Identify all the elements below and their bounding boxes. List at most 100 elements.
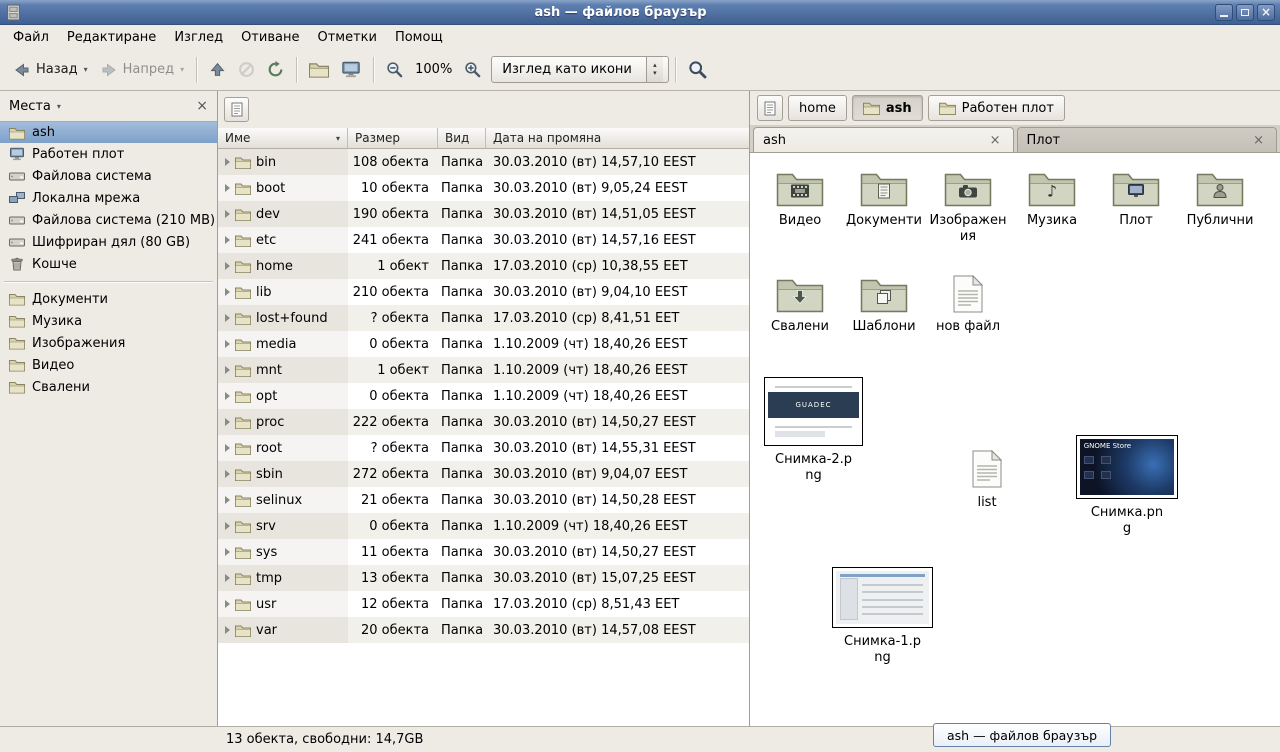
table-row[interactable]: var 20 обекта Папка 30.03.2010 (вт) 14,5…: [218, 617, 749, 643]
expander-icon[interactable]: [225, 444, 230, 452]
tab-plot[interactable]: Плот ×: [1017, 127, 1278, 152]
sidebar-item-network[interactable]: Локална мрежа: [0, 187, 217, 209]
maximize-button[interactable]: [1236, 4, 1254, 21]
menu-edit[interactable]: Редактиране: [58, 27, 165, 48]
menu-file[interactable]: Файл: [4, 27, 58, 48]
column-header-modified[interactable]: Дата на промяна: [486, 128, 749, 149]
combo-spinner-icon[interactable]: ▴▾: [646, 57, 663, 82]
table-row[interactable]: lost+found ? обекта Папка 17.03.2010 (ср…: [218, 305, 749, 331]
expander-icon[interactable]: [225, 496, 230, 504]
menu-go[interactable]: Отиване: [232, 27, 308, 48]
icon-item-snimka-2[interactable]: GUADEC Снимка-2.png: [764, 377, 863, 483]
expander-icon[interactable]: [225, 340, 230, 348]
tab-close-icon[interactable]: ×: [1250, 133, 1267, 148]
table-row[interactable]: boot 10 обекта Папка 30.03.2010 (вт) 9,0…: [218, 175, 749, 201]
expander-icon[interactable]: [225, 210, 230, 218]
icon-item-documents[interactable]: Документи: [842, 163, 926, 269]
forward-dropdown-icon[interactable]: ▾: [180, 65, 184, 74]
icon-item-new-file[interactable]: нов файл: [926, 269, 1010, 375]
icon-item-pictures[interactable]: Изображения: [926, 163, 1010, 269]
tab-ash[interactable]: ash ×: [753, 127, 1014, 152]
table-row[interactable]: home 1 обект Папка 17.03.2010 (ср) 10,38…: [218, 253, 749, 279]
expander-icon[interactable]: [225, 392, 230, 400]
expander-icon[interactable]: [225, 288, 230, 296]
path-button-desktop[interactable]: Работен плот: [928, 95, 1065, 121]
table-row[interactable]: etc 241 обекта Папка 30.03.2010 (вт) 14,…: [218, 227, 749, 253]
expander-icon[interactable]: [225, 158, 230, 166]
close-button[interactable]: ×: [1257, 4, 1275, 21]
back-dropdown-icon[interactable]: ▾: [84, 65, 88, 74]
expander-icon[interactable]: [225, 418, 230, 426]
expander-icon[interactable]: [225, 626, 230, 634]
table-row[interactable]: bin 108 обекта Папка 30.03.2010 (вт) 14,…: [218, 149, 749, 175]
expander-icon[interactable]: [225, 262, 230, 270]
path-button-home[interactable]: home: [788, 95, 847, 121]
menu-bookmarks[interactable]: Отметки: [308, 27, 385, 48]
expander-icon[interactable]: [225, 470, 230, 478]
table-row[interactable]: dev 190 обекта Папка 30.03.2010 (вт) 14,…: [218, 201, 749, 227]
sidebar-item-documents[interactable]: Документи: [0, 288, 217, 310]
expander-icon[interactable]: [225, 548, 230, 556]
sidebar-item-pictures[interactable]: Изображения: [0, 332, 217, 354]
icon-item-video[interactable]: Видео: [758, 163, 842, 269]
expander-icon[interactable]: [225, 184, 230, 192]
tab-close-icon[interactable]: ×: [987, 133, 1004, 148]
expander-icon[interactable]: [225, 236, 230, 244]
table-row[interactable]: selinux 21 обекта Папка 30.03.2010 (вт) …: [218, 487, 749, 513]
icon-item-downloads[interactable]: Свалени: [758, 269, 842, 375]
table-row[interactable]: usr 12 обекта Папка 17.03.2010 (ср) 8,51…: [218, 591, 749, 617]
minimize-button[interactable]: [1215, 4, 1233, 21]
zoom-out-button[interactable]: [380, 56, 409, 83]
up-button[interactable]: [203, 56, 232, 83]
table-row[interactable]: opt 0 обекта Папка 1.10.2009 (чт) 18,40,…: [218, 383, 749, 409]
table-row[interactable]: mnt 1 обект Папка 1.10.2009 (чт) 18,40,2…: [218, 357, 749, 383]
menu-view[interactable]: Изглед: [165, 27, 232, 48]
back-button[interactable]: Назад ▾: [7, 57, 94, 83]
icon-item-list[interactable]: list: [972, 449, 1002, 511]
sidebar-item-desktop[interactable]: Работен плот: [0, 143, 217, 165]
column-header-name[interactable]: Име ▾: [218, 128, 348, 149]
sidebar-item-video[interactable]: Видео: [0, 354, 217, 376]
search-button[interactable]: [682, 55, 713, 84]
expander-icon[interactable]: [225, 314, 230, 322]
stop-button[interactable]: [232, 56, 261, 83]
sidebar-item-filesystem[interactable]: Файлова система: [0, 165, 217, 187]
zoom-in-button[interactable]: [458, 56, 487, 83]
sidebar-item-music[interactable]: Музика: [0, 310, 217, 332]
column-header-size[interactable]: Размер: [348, 128, 438, 149]
sidebar-item-filesystem-210mb[interactable]: Файлова система (210 MB): [0, 209, 217, 231]
table-row[interactable]: sys 11 обекта Папка 30.03.2010 (вт) 14,5…: [218, 539, 749, 565]
window-menu-icon[interactable]: [5, 4, 22, 21]
expander-icon[interactable]: [225, 574, 230, 582]
table-row[interactable]: tmp 13 обекта Папка 30.03.2010 (вт) 15,0…: [218, 565, 749, 591]
sidebar-selector-icon[interactable]: ▾: [57, 102, 61, 111]
taskbar-window-button[interactable]: ash — файлов браузър: [933, 723, 1111, 747]
sidebar-item-downloads[interactable]: Свалени: [0, 376, 217, 398]
sidebar-item-encrypted-80gb[interactable]: Шифриран дял (80 GB): [0, 231, 217, 253]
icon-item-public[interactable]: Публични: [1178, 163, 1262, 269]
icon-item-music[interactable]: ♪ Музика: [1010, 163, 1094, 269]
location-bar-toggle-button[interactable]: [224, 97, 249, 122]
icon-item-snimka[interactable]: GNOME Store Снимка.png: [1076, 435, 1178, 536]
icon-item-templates[interactable]: Шаблони: [842, 269, 926, 375]
sidebar-close-button[interactable]: ×: [196, 99, 208, 113]
sidebar-title[interactable]: Места: [9, 99, 51, 114]
sidebar-item-ash[interactable]: ash: [0, 121, 217, 143]
path-button-ash[interactable]: ash: [852, 95, 923, 121]
forward-button[interactable]: Напред ▾: [94, 57, 191, 83]
sidebar-item-trash[interactable]: Кошче: [0, 253, 217, 275]
table-row[interactable]: srv 0 обекта Папка 1.10.2009 (чт) 18,40,…: [218, 513, 749, 539]
icon-item-snimka-1[interactable]: Снимка-1.png: [832, 567, 933, 665]
table-row[interactable]: media 0 обекта Папка 1.10.2009 (чт) 18,4…: [218, 331, 749, 357]
edit-location-button[interactable]: [757, 95, 783, 121]
table-row[interactable]: proc 222 обекта Папка 30.03.2010 (вт) 14…: [218, 409, 749, 435]
view-mode-select[interactable]: Изглед като икони ▴▾: [491, 56, 669, 83]
expander-icon[interactable]: [225, 600, 230, 608]
home-button[interactable]: [303, 56, 335, 83]
table-row[interactable]: sbin 272 обекта Папка 30.03.2010 (вт) 9,…: [218, 461, 749, 487]
computer-button[interactable]: [335, 56, 367, 83]
expander-icon[interactable]: [225, 366, 230, 374]
column-header-type[interactable]: Вид: [438, 128, 486, 149]
reload-button[interactable]: [261, 56, 290, 83]
table-row[interactable]: lib 210 обекта Папка 30.03.2010 (вт) 9,0…: [218, 279, 749, 305]
